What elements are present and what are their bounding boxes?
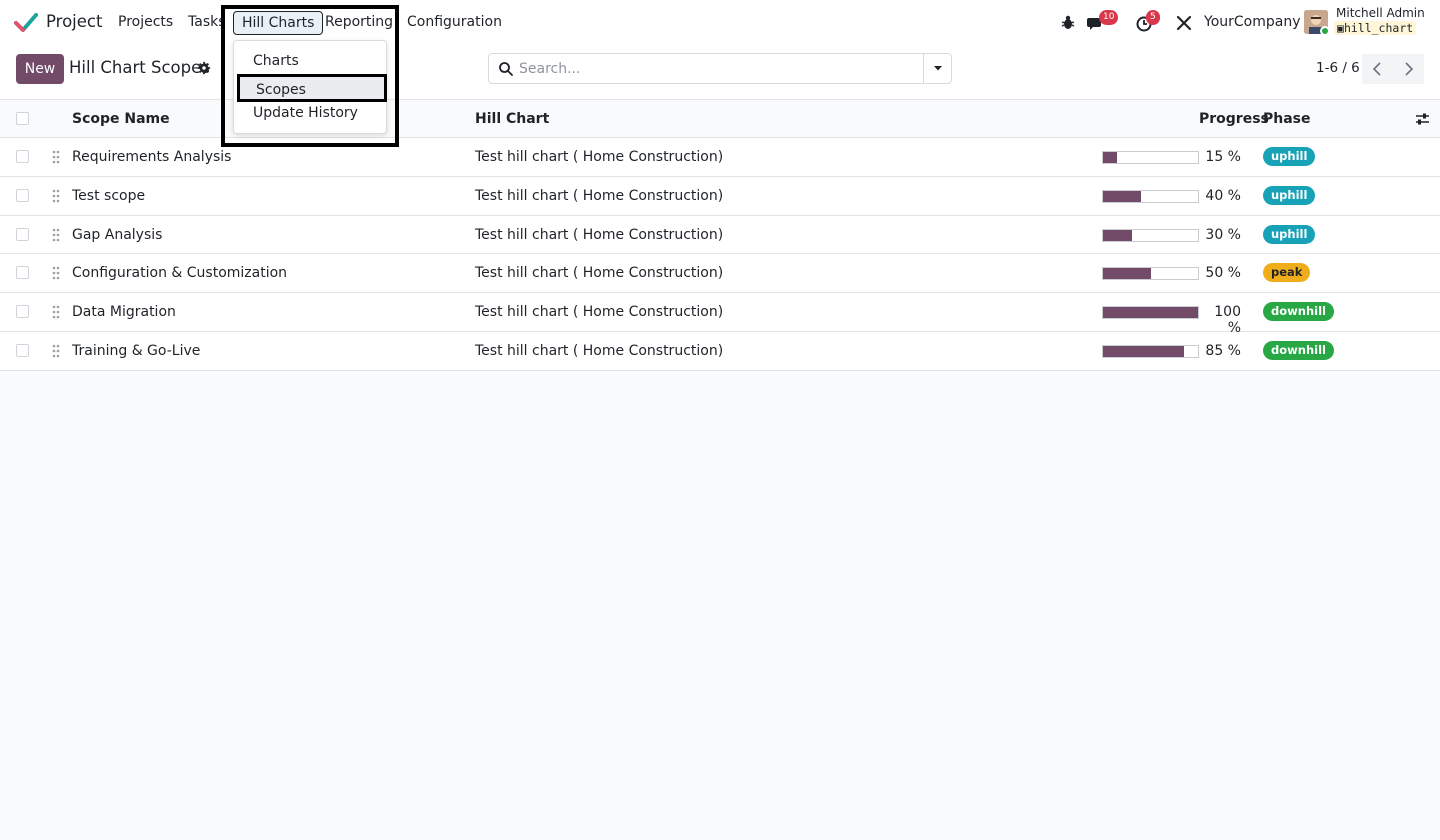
scope-name-cell: Test scope: [72, 187, 146, 204]
database-icon: ▣: [1337, 21, 1344, 35]
drag-handle-icon[interactable]: [52, 305, 60, 319]
select-all-checkbox[interactable]: [16, 112, 29, 125]
control-panel: New Hill Chart Scopes 1-6 / 6: [0, 46, 1440, 100]
table-row[interactable]: Test scope Test hill chart ( Home Constr…: [0, 176, 1440, 216]
progress-bar-fill: [1103, 307, 1198, 319]
app-logo-icon[interactable]: [14, 11, 38, 35]
company-switcher[interactable]: YourCompany: [1204, 14, 1301, 30]
hill-chart-cell: Test hill chart ( Home Construction): [475, 304, 724, 321]
new-button[interactable]: New: [16, 54, 64, 84]
hill-chart-cell: Test hill chart ( Home Construction): [475, 149, 724, 165]
phase-badge: peak: [1263, 263, 1311, 283]
optional-columns-icon[interactable]: [1415, 112, 1430, 126]
phase-badge: downhill: [1263, 340, 1334, 360]
row-checkbox[interactable]: [16, 188, 29, 202]
column-progress[interactable]: Progress: [1199, 111, 1269, 127]
progress-bar: [1102, 267, 1199, 281]
caret-down-icon: [934, 66, 942, 71]
progress-value: 85 %: [1205, 342, 1241, 359]
search-bar: [488, 53, 952, 84]
row-checkbox[interactable]: [16, 266, 29, 280]
progress-bar: [1102, 228, 1199, 242]
online-status-icon: [1320, 26, 1330, 36]
column-phase[interactable]: Phase: [1263, 111, 1311, 127]
progress-bar-fill: [1103, 345, 1184, 357]
column-hill-chart[interactable]: Hill Chart: [475, 111, 549, 127]
row-checkbox[interactable]: [16, 305, 29, 319]
hill-chart-cell: Test hill chart ( Home Construction): [475, 342, 724, 359]
chevron-right-icon: [1405, 62, 1414, 76]
scope-name-cell: Configuration & Customization: [72, 265, 288, 282]
phase-badge: uphill: [1263, 224, 1316, 244]
table-row[interactable]: Gap Analysis Test hill chart ( Home Cons…: [0, 215, 1440, 255]
progress-value: 15 %: [1205, 149, 1241, 165]
phase-badge: uphill: [1263, 185, 1316, 205]
search-input[interactable]: [519, 59, 909, 79]
row-checkbox[interactable]: [16, 343, 29, 357]
search-options-toggle[interactable]: [923, 54, 951, 83]
table-row[interactable]: Configuration & Customization Test hill …: [0, 254, 1440, 294]
progress-value: 40 %: [1205, 187, 1241, 204]
scope-name-cell: Training & Go-Live: [72, 342, 201, 359]
progress-bar-fill: [1103, 268, 1151, 280]
phase-badge: uphill: [1263, 147, 1316, 166]
tools-icon[interactable]: [1174, 13, 1194, 33]
progress-bar-fill: [1103, 152, 1118, 163]
scopes-list: Scope Name Hill Chart Progress Phase Req…: [0, 100, 1440, 371]
menu-tasks[interactable]: Tasks: [188, 14, 226, 30]
bug-icon[interactable]: [1058, 13, 1078, 33]
table-row[interactable]: Training & Go-Live Test hill chart ( Hom…: [0, 331, 1440, 371]
progress-value: 30 %: [1205, 226, 1241, 243]
progress-bar: [1102, 306, 1199, 320]
messages-badge: 10: [1099, 10, 1119, 25]
scope-name-cell: Data Migration: [72, 304, 176, 321]
drag-handle-icon[interactable]: [52, 228, 60, 242]
pager-previous-button[interactable]: [1362, 54, 1393, 84]
progress-value: 50 %: [1205, 265, 1241, 282]
app-name[interactable]: Project: [46, 12, 102, 31]
table-row[interactable]: Requirements Analysis Test hill chart ( …: [0, 138, 1440, 177]
row-checkbox[interactable]: [16, 227, 29, 241]
progress-bar: [1102, 344, 1199, 358]
progress-bar: [1102, 189, 1199, 203]
gear-icon[interactable]: [197, 61, 211, 75]
scope-name-cell: Gap Analysis: [72, 226, 163, 243]
progress-bar-fill: [1103, 190, 1141, 202]
pager-next-button[interactable]: [1393, 54, 1424, 84]
hill-chart-cell: Test hill chart ( Home Construction): [475, 226, 724, 243]
list-header: Scope Name Hill Chart Progress Phase: [0, 100, 1440, 138]
database-name: ▣hill_chart: [1334, 21, 1417, 35]
menu-configuration[interactable]: Configuration: [407, 14, 502, 30]
scope-name-cell: Requirements Analysis: [72, 149, 232, 165]
page-title: Hill Chart Scopes: [69, 58, 210, 77]
pager-value[interactable]: 1-6 / 6: [1316, 60, 1360, 76]
menu-projects[interactable]: Projects: [118, 14, 173, 30]
row-checkbox[interactable]: [16, 150, 29, 163]
user-name[interactable]: Mitchell Admin: [1336, 6, 1425, 20]
table-row[interactable]: Data Migration Test hill chart ( Home Co…: [0, 293, 1440, 336]
drag-handle-icon[interactable]: [52, 344, 60, 358]
drag-handle-icon[interactable]: [52, 189, 60, 203]
progress-bar-fill: [1103, 229, 1132, 241]
progress-bar: [1102, 151, 1199, 164]
activities-badge: 5: [1146, 10, 1160, 25]
chevron-left-icon: [1372, 62, 1381, 76]
top-navbar: Project Projects Tasks Hill Charts Repor…: [0, 0, 1440, 46]
list-body: Requirements Analysis Test hill chart ( …: [0, 138, 1440, 371]
hill-chart-cell: Test hill chart ( Home Construction): [475, 187, 724, 204]
search-icon: [499, 62, 513, 76]
column-scope-name[interactable]: Scope Name: [72, 111, 170, 127]
phase-badge: downhill: [1263, 302, 1334, 322]
hill-chart-cell: Test hill chart ( Home Construction): [475, 265, 724, 282]
drag-handle-icon[interactable]: [52, 150, 60, 164]
drag-handle-icon[interactable]: [52, 266, 60, 280]
annotation-highlight: [221, 5, 399, 147]
